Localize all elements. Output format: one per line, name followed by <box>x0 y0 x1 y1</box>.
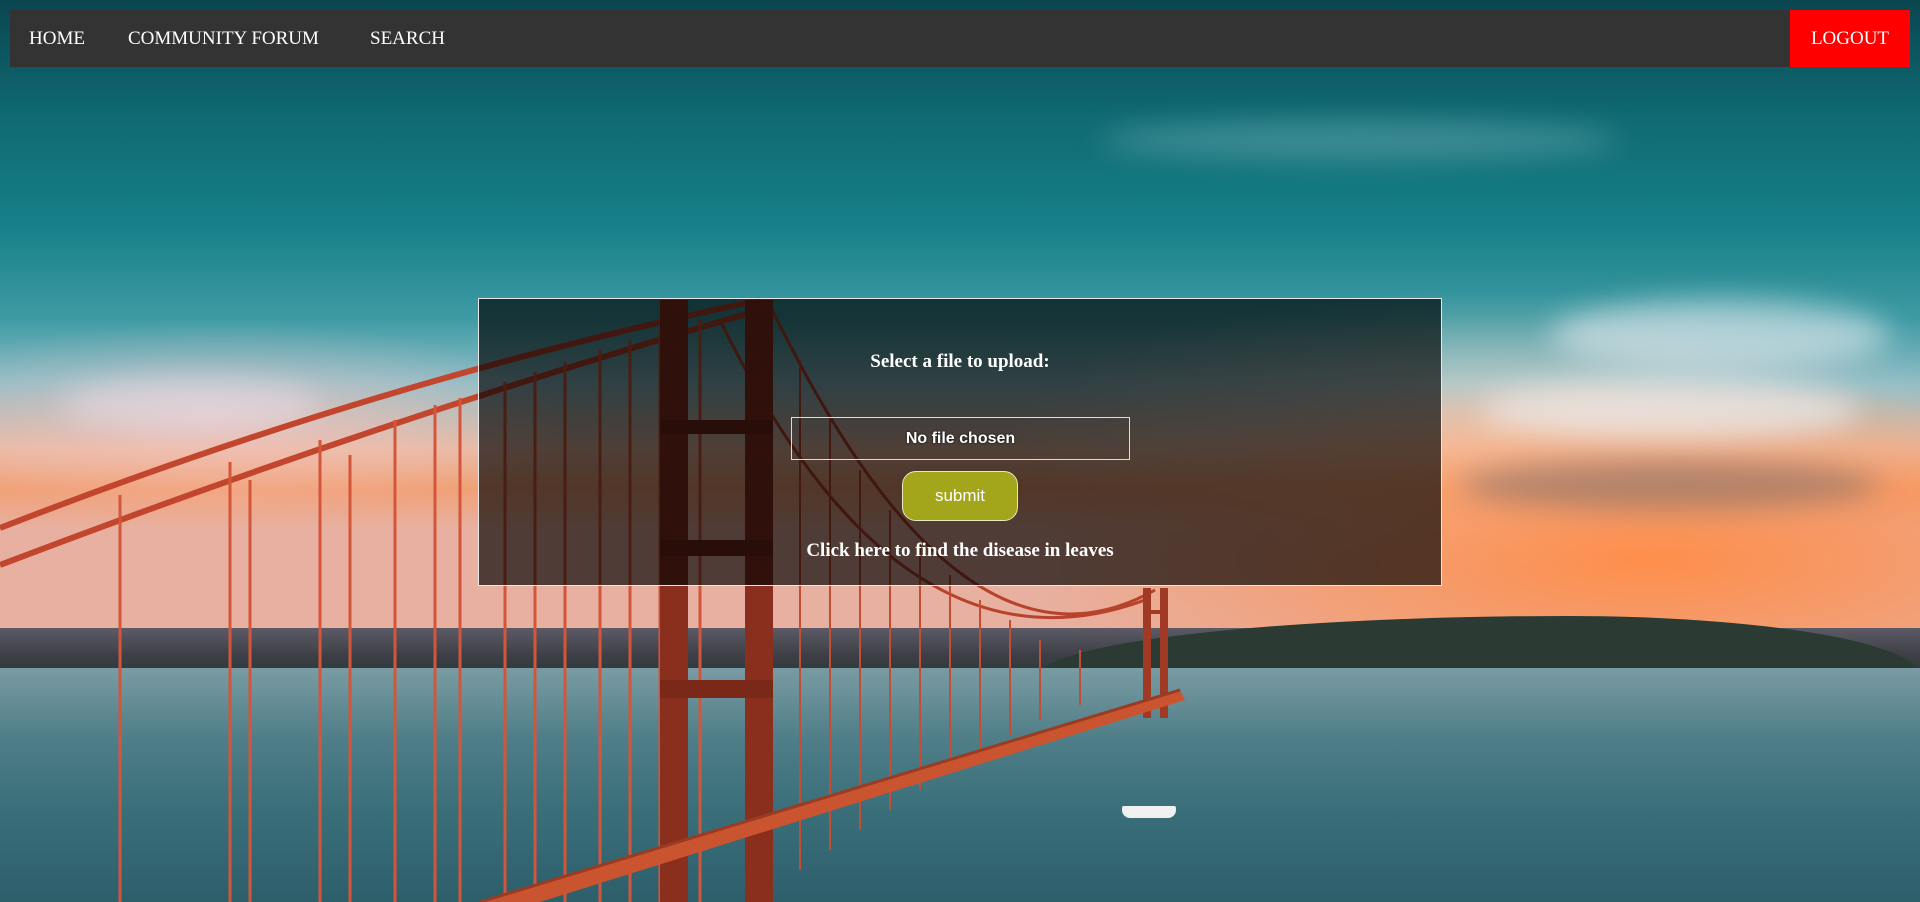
nav-community-forum-link[interactable]: COMMUNITY FORUM <box>128 10 319 67</box>
find-disease-link[interactable]: Click here to find the disease in leaves <box>479 540 1441 562</box>
file-input[interactable]: No file chosen <box>791 417 1130 460</box>
upload-panel: Select a file to upload: No file chosen … <box>478 298 1442 586</box>
nav-home-link[interactable]: HOME <box>29 10 85 67</box>
nav-search-link[interactable]: SEARCH <box>370 10 445 67</box>
upload-title: Select a file to upload: <box>870 351 1050 372</box>
submit-button[interactable]: submit <box>902 471 1018 521</box>
file-status-label: No file chosen <box>905 430 1016 447</box>
top-navbar: HOME COMMUNITY FORUM SEARCH LOGOUT <box>10 10 1910 67</box>
logout-button[interactable]: LOGOUT <box>1790 10 1910 67</box>
